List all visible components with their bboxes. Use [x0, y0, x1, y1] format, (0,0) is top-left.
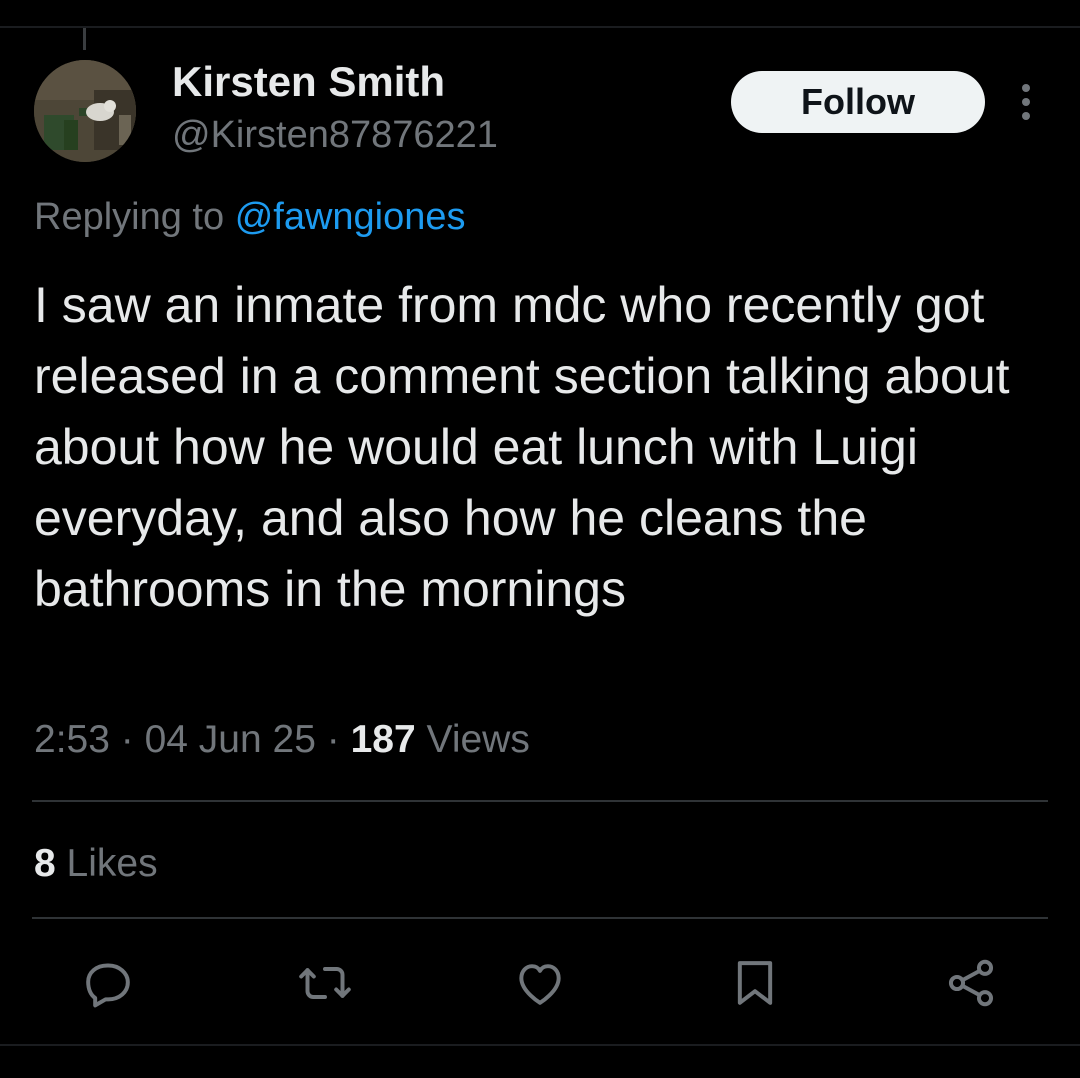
repost-button[interactable]	[292, 950, 358, 1016]
divider	[32, 917, 1048, 919]
comment-icon	[86, 963, 130, 1008]
share-icon	[948, 959, 994, 1007]
top-divider	[0, 26, 1080, 28]
heart-icon	[519, 964, 561, 1005]
replying-to-mention[interactable]: @fawngiones	[235, 196, 466, 238]
bottom-divider	[0, 1044, 1080, 1046]
tweet-meta: 2:53 · 04 Jun 25 · 187 Views	[34, 718, 530, 762]
views-count: 187	[350, 718, 416, 761]
replying-to-line: Replying to @fawngiones	[34, 196, 466, 239]
tweet-date[interactable]: 04 Jun 25	[145, 718, 316, 761]
repost-icon	[299, 967, 351, 999]
likes-summary[interactable]: 8 Likes	[34, 842, 158, 886]
avatar[interactable]	[34, 60, 136, 162]
divider	[32, 800, 1048, 802]
reply-button[interactable]	[75, 950, 141, 1016]
follow-button[interactable]: Follow	[731, 71, 985, 133]
share-button[interactable]	[938, 950, 1004, 1016]
more-vertical-icon	[1022, 84, 1030, 120]
tweet-time[interactable]: 2:53	[34, 718, 110, 761]
meta-separator: ·	[326, 718, 340, 761]
tweet-text: I saw an inmate from mdc who recently go…	[34, 277, 1010, 617]
bookmark-button[interactable]	[722, 950, 788, 1016]
meta-separator: ·	[120, 718, 134, 761]
replying-to-label: Replying to	[34, 196, 225, 238]
more-options-button[interactable]	[1006, 82, 1046, 122]
action-bar	[0, 950, 1080, 1016]
user-handle[interactable]: @Kirsten87876221	[172, 114, 498, 157]
likes-count: 8	[34, 842, 56, 885]
views-label: Views	[426, 718, 530, 761]
likes-label: Likes	[66, 842, 158, 885]
display-name[interactable]: Kirsten Smith	[172, 58, 445, 106]
bookmark-icon	[737, 961, 773, 1005]
like-button[interactable]	[507, 950, 573, 1016]
thread-connector-line	[83, 28, 86, 50]
